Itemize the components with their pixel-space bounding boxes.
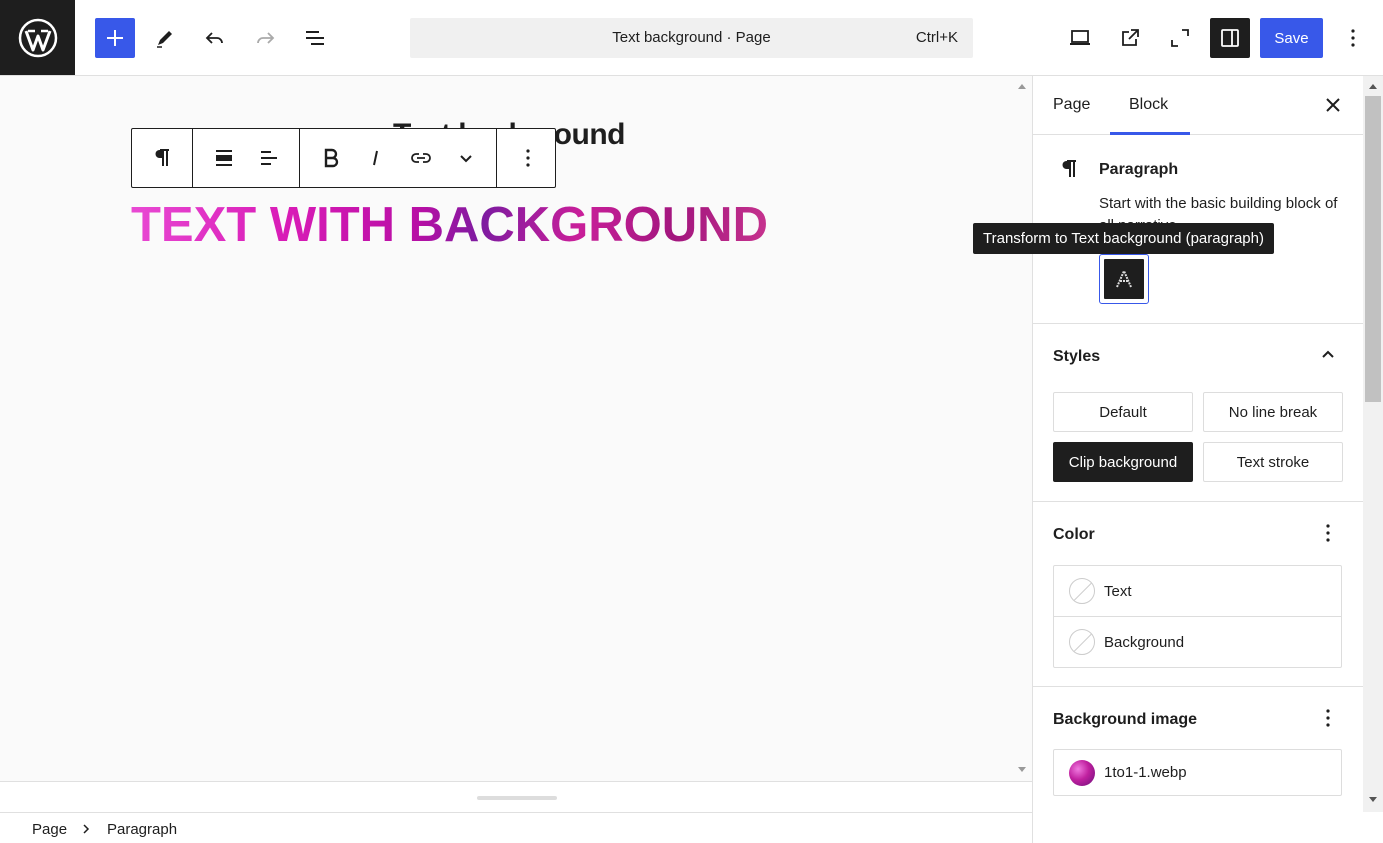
tools-button[interactable]: [145, 18, 185, 58]
style-default-button[interactable]: Default: [1053, 392, 1193, 432]
align-left-icon: [260, 151, 277, 165]
align-wide-icon: [215, 150, 232, 166]
sidebar-scrollbar[interactable]: [1363, 76, 1383, 812]
options-menu-button[interactable]: [1333, 18, 1373, 58]
laptop-icon: [1070, 30, 1090, 45]
close-icon[interactable]: [1321, 93, 1345, 117]
external-link-icon: [1122, 29, 1139, 46]
view-page-button[interactable]: [1110, 18, 1150, 58]
editor-header: Text background · Page Ctrl+K Save: [0, 0, 1383, 76]
block-card-description: Start with the basic building block of a…: [1099, 195, 1338, 223]
command-shortcut: Ctrl+K: [915, 29, 958, 46]
block-toolbar: [131, 128, 556, 188]
more-vertical-icon: [525, 149, 530, 167]
more-vertical-icon: [1351, 29, 1355, 47]
block-type-button[interactable]: [132, 129, 192, 187]
formatting-group: [300, 129, 497, 187]
wordpress-icon: [18, 18, 57, 57]
bold-icon: [324, 148, 338, 168]
style-clip-background-button[interactable]: Clip background: [1053, 442, 1193, 482]
tab-block[interactable]: Block: [1129, 96, 1168, 114]
fullscreen-icon: [1171, 29, 1189, 47]
background-image-filename: 1to1-1.webp: [1104, 764, 1187, 781]
fullscreen-button[interactable]: [1160, 18, 1200, 58]
chevron-down-icon: [459, 155, 472, 163]
scroll-up-arrow-icon: [1018, 84, 1026, 89]
more-rich-text-button[interactable]: [443, 129, 488, 187]
styles-panel: Styles Default No line break Clip backgr…: [1033, 324, 1364, 502]
transform-tooltip: Transform to Text background (paragraph): [973, 223, 1274, 254]
canvas-resize-bar: [0, 781, 1032, 812]
background-image-panel: Background image 1to1-1.webp: [1033, 687, 1364, 843]
alignment-group: [193, 129, 300, 187]
chevron-right-icon: [83, 824, 90, 834]
sidebar-tabs: Page Block: [1033, 76, 1364, 135]
resize-handle[interactable]: [477, 796, 557, 800]
options-group: [497, 129, 550, 187]
color-panel: Color Text Background: [1033, 502, 1364, 687]
color-panel-title: Color: [1053, 526, 1095, 543]
link-button[interactable]: [398, 129, 443, 187]
text-background-icon: [1104, 259, 1144, 299]
breadcrumb-item-paragraph[interactable]: Paragraph: [107, 821, 177, 838]
style-no-line-break-button[interactable]: No line break: [1203, 392, 1343, 432]
color-item-label: Background: [1104, 634, 1185, 651]
color-item-background[interactable]: Background: [1054, 617, 1341, 668]
add-block-button[interactable]: [95, 18, 135, 58]
redo-button[interactable]: [245, 18, 285, 58]
styles-panel-title[interactable]: Styles: [1053, 348, 1100, 366]
chevron-up-icon[interactable]: [1316, 343, 1340, 367]
color-item-text[interactable]: Text: [1054, 566, 1341, 617]
settings-sidebar: Page Block Paragraph Start with the basi…: [1032, 76, 1383, 843]
background-image-options-button[interactable]: [1316, 706, 1340, 730]
block-options-button[interactable]: [505, 129, 550, 187]
undo-button[interactable]: [195, 18, 235, 58]
link-icon: [410, 153, 431, 163]
style-text-stroke-button[interactable]: Text stroke: [1203, 442, 1343, 482]
background-image-thumbnail: [1069, 760, 1095, 786]
command-palette-bar[interactable]: Text background · Page Ctrl+K: [410, 18, 973, 58]
color-options-button[interactable]: [1316, 521, 1340, 545]
text-align-button[interactable]: [246, 129, 291, 187]
color-item-label: Text: [1104, 583, 1132, 600]
settings-sidebar-toggle[interactable]: [1210, 18, 1250, 58]
paragraph-icon: [155, 149, 169, 166]
no-color-swatch-icon: [1069, 629, 1095, 655]
canvas-scrollbar[interactable]: [1012, 76, 1032, 781]
block-type-group: [132, 129, 193, 187]
transform-variation-button[interactable]: [1099, 254, 1149, 304]
plus-icon: [107, 30, 123, 46]
preview-button[interactable]: [1060, 18, 1100, 58]
editor-canvas: Text background: [0, 76, 1032, 781]
pencil-icon: [157, 31, 172, 48]
align-wide-button[interactable]: [201, 129, 246, 187]
paragraph-icon: [1062, 160, 1076, 177]
bold-button[interactable]: [308, 129, 353, 187]
scroll-down-arrow-icon: [1018, 767, 1026, 772]
more-vertical-icon: [1326, 709, 1330, 727]
save-button[interactable]: Save: [1260, 18, 1323, 58]
block-card-title: Paragraph: [1099, 161, 1179, 178]
undo-icon: [205, 32, 223, 44]
scroll-down-arrow-icon: [1369, 797, 1377, 802]
paragraph-block-text[interactable]: TEXT WITH BACKGROUND: [131, 197, 768, 253]
background-image-panel-title: Background image: [1053, 711, 1198, 728]
wordpress-logo-button[interactable]: [0, 0, 75, 75]
breadcrumb-item-page[interactable]: Page: [32, 821, 67, 838]
document-title: Text background · Page: [612, 29, 771, 46]
italic-button[interactable]: [353, 129, 398, 187]
no-color-swatch-icon: [1069, 578, 1095, 604]
scroll-up-arrow-icon: [1369, 84, 1377, 89]
color-options-list: Text Background: [1053, 565, 1342, 668]
redo-icon: [257, 32, 275, 44]
list-view-icon: [306, 31, 324, 45]
document-overview-button[interactable]: [295, 18, 335, 58]
sidebar-scrollbar-thumb[interactable]: [1365, 96, 1381, 402]
sidebar-icon: [1221, 29, 1239, 47]
tab-page[interactable]: Page: [1053, 96, 1090, 114]
italic-icon: [372, 150, 378, 166]
more-vertical-icon: [1326, 524, 1330, 542]
breadcrumb: Page Paragraph: [0, 812, 1032, 843]
background-image-item[interactable]: 1to1-1.webp: [1053, 749, 1342, 796]
